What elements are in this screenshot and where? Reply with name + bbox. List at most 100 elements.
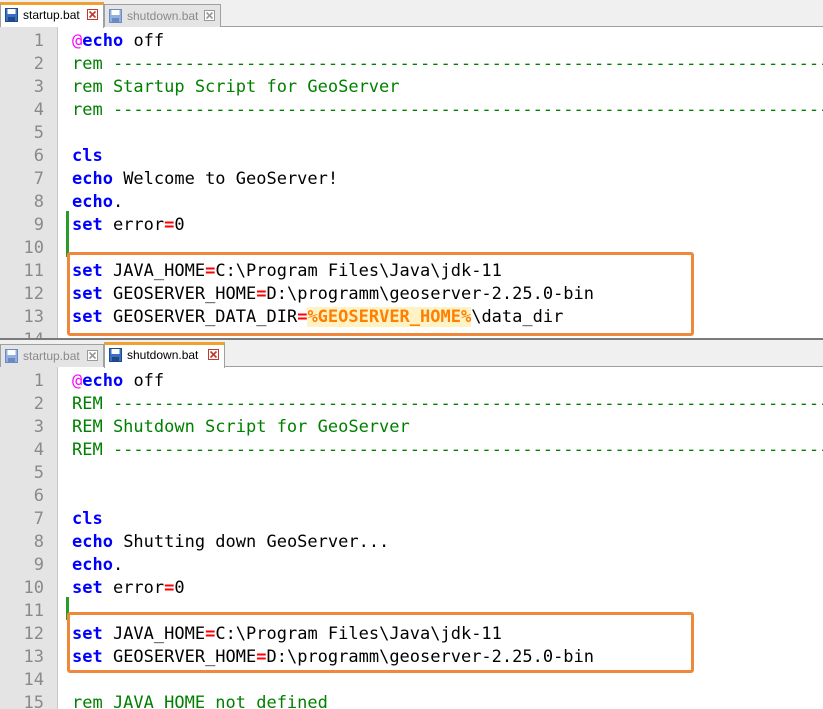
code-text[interactable]: REM ------------------------------------… [72, 439, 823, 462]
tab-label: startup.bat [23, 8, 80, 22]
code-editor[interactable]: 1 @echo off 2 rem -------------------------… [0, 27, 823, 340]
code-line[interactable]: 4 rem -----------------------------------… [0, 99, 823, 122]
code-line[interactable]: 2 REM -----------------------------------… [0, 393, 823, 416]
code-text[interactable]: @echo off [72, 370, 164, 393]
code-token: echo [72, 532, 113, 552]
line-number: 2 [33, 394, 44, 414]
code-text[interactable]: rem Startup Script for GeoServer [72, 76, 400, 99]
code-text[interactable]: rem ------------------------------------… [72, 53, 823, 76]
line-number: 8 [33, 532, 44, 552]
close-x-icon[interactable] [208, 349, 219, 360]
close-x-icon[interactable] [87, 350, 98, 361]
line-number: 13 [23, 647, 44, 667]
code-line[interactable]: 1 @echo off [0, 30, 823, 53]
code-text[interactable]: REM ------------------------------------… [72, 393, 823, 416]
line-number: 6 [33, 486, 44, 506]
code-line[interactable]: 7 cls [0, 508, 823, 531]
code-line[interactable]: 2 rem -----------------------------------… [0, 53, 823, 76]
code-line[interactable]: 6 [0, 485, 823, 508]
code-line[interactable]: 8 echo Shutting down GeoServer... [0, 531, 823, 554]
save-disk-icon [5, 349, 18, 363]
line-number: 11 [23, 261, 44, 281]
code-text[interactable]: cls [72, 508, 103, 531]
code-line[interactable]: 9 set error=0 [0, 214, 823, 237]
code-token: error [102, 215, 165, 235]
code-token: REM ------------------------------------… [72, 440, 823, 460]
code-line[interactable]: 10 set error=0 [0, 577, 823, 600]
code-text[interactable]: echo. [72, 191, 123, 214]
code-text[interactable]: cls [72, 145, 103, 168]
code-token: echo [82, 31, 124, 51]
highlight-box [67, 612, 694, 673]
tab-bar: startup.bat shutdown.bat [0, 0, 823, 28]
code-line[interactable]: 3 REM Shutdown Script for GeoServer [0, 416, 823, 439]
code-text[interactable]: REM Shutdown Script for GeoServer [72, 416, 410, 439]
code-token: . [112, 192, 124, 212]
code-text[interactable]: rem ------------------------------------… [72, 99, 823, 122]
line-number: 6 [33, 146, 44, 166]
code-token: echo [72, 192, 113, 212]
code-token: cls [72, 509, 103, 529]
line-number: 10 [23, 578, 44, 598]
close-x-icon[interactable] [204, 10, 215, 21]
line-number: 5 [33, 123, 44, 143]
code-token: . [112, 555, 124, 575]
code-line[interactable]: 3 rem Startup Script for GeoServer [0, 76, 823, 99]
code-token: echo [82, 371, 124, 391]
code-token: rem Startup Script for GeoServer [72, 77, 400, 97]
line-number: 15 [23, 693, 44, 709]
code-token: rem ------------------------------------… [72, 54, 823, 74]
line-number: 9 [33, 555, 44, 575]
line-number: 3 [33, 417, 44, 437]
code-token: Shutting down GeoServer... [112, 532, 390, 552]
line-number: 3 [33, 77, 44, 97]
code-text[interactable]: echo Welcome to GeoServer! [72, 168, 338, 191]
code-line[interactable]: 8 echo. [0, 191, 823, 214]
code-token: rem ------------------------------------… [72, 100, 823, 120]
line-number: 12 [23, 284, 44, 304]
code-line[interactable]: 9 echo. [0, 554, 823, 577]
line-number: 4 [33, 440, 44, 460]
tab-label: startup.bat [23, 349, 80, 363]
code-text[interactable]: rem JAVA_HOME not defined [72, 692, 328, 709]
code-text[interactable]: echo. [72, 554, 123, 577]
top-editor-pane: startup.bat shutdown.bat 1 @echo off 2 rem … [0, 0, 823, 340]
code-token: echo [72, 555, 113, 575]
line-number: 13 [23, 307, 44, 327]
code-text[interactable]: @echo off [72, 30, 164, 53]
code-token: REM ------------------------------------… [72, 394, 823, 414]
close-x-icon[interactable] [87, 9, 98, 20]
line-number: 4 [33, 100, 44, 120]
tab-startup-bat[interactable]: startup.bat [0, 344, 104, 367]
code-text[interactable]: set error=0 [72, 577, 185, 600]
save-disk-icon [109, 9, 122, 23]
line-number: 1 [33, 31, 44, 51]
code-line[interactable]: 15 rem JAVA_HOME not defined [0, 692, 823, 709]
code-token: error [102, 578, 165, 598]
code-token: off [123, 31, 165, 51]
code-line[interactable]: 4 REM -----------------------------------… [0, 439, 823, 462]
line-number: 12 [23, 624, 44, 644]
code-token: = [164, 215, 175, 235]
code-line[interactable]: 7 echo Welcome to GeoServer! [0, 168, 823, 191]
tab-shutdown-bat[interactable]: shutdown.bat [104, 4, 221, 27]
tab-shutdown-bat[interactable]: shutdown.bat [104, 342, 225, 368]
code-line[interactable]: 5 [0, 122, 823, 145]
code-editor[interactable]: 1 @echo off 2 REM -------------------------… [0, 367, 823, 709]
bottom-editor-pane: startup.bat shutdown.bat 1 @echo off 2 REM … [0, 340, 823, 709]
highlight-box [67, 252, 694, 336]
code-line[interactable]: 6 cls [0, 145, 823, 168]
code-token: set [72, 578, 103, 598]
line-number: 5 [33, 463, 44, 483]
tab-startup-bat[interactable]: startup.bat [0, 2, 104, 28]
code-text[interactable]: echo Shutting down GeoServer... [72, 531, 389, 554]
code-line[interactable]: 1 @echo off [0, 370, 823, 393]
code-token: @ [72, 371, 83, 391]
code-token: cls [72, 146, 103, 166]
code-line[interactable]: 5 [0, 462, 823, 485]
code-token: off [123, 371, 165, 391]
code-token: echo [72, 169, 113, 189]
code-token: set [72, 215, 103, 235]
code-text[interactable]: set error=0 [72, 214, 185, 237]
line-number: 8 [33, 192, 44, 212]
